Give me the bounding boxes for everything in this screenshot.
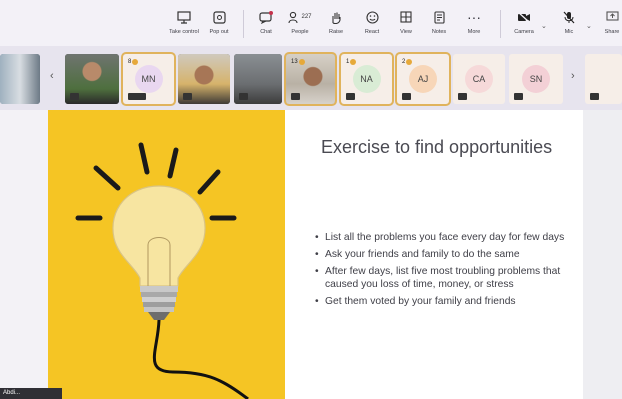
participant-tile[interactable]: [234, 54, 282, 104]
camera-button[interactable]: Camera: [504, 8, 544, 35]
pop-out-label: Pop out: [209, 29, 229, 35]
slide-bullet-list: List all the problems you face every day…: [315, 232, 565, 313]
participant-tile[interactable]: [585, 54, 622, 104]
raised-hand-badge: 13: [291, 59, 305, 65]
mic-muted-icon: [291, 93, 300, 100]
camera-icon: [517, 8, 531, 26]
raise-label: Raise: [328, 29, 344, 35]
avatar: NA: [352, 65, 381, 93]
participant-video: [0, 54, 40, 104]
share-icon: [605, 8, 619, 26]
notes-button[interactable]: Notes: [419, 8, 459, 35]
react-label: React: [364, 29, 380, 35]
mic-off-icon: [563, 8, 575, 26]
more-icon: ···: [467, 9, 481, 25]
scroll-right-chevron-icon[interactable]: ›: [571, 70, 575, 82]
scroll-left-chevron-icon[interactable]: ‹: [50, 70, 54, 82]
raised-hand-badge: 8: [128, 59, 139, 65]
mic-options-chevron-icon[interactable]: ⌄: [586, 22, 592, 30]
slide-image: [48, 110, 285, 399]
mic-muted-icon: [128, 93, 146, 100]
participant-tile[interactable]: [178, 54, 230, 104]
take-control-label: Take control: [169, 29, 199, 35]
mic-muted-icon: [346, 93, 355, 100]
list-item: After few days, list five most troubling…: [315, 266, 565, 291]
mic-muted-icon: [514, 93, 523, 100]
meeting-toolbar: Take control Pop out Chat 227 People Rai…: [0, 0, 622, 46]
grid-view-icon: [400, 8, 412, 26]
mic-muted-icon: [402, 93, 411, 100]
lightbulb-icon: [75, 142, 249, 399]
mic-muted-icon: [183, 93, 192, 100]
raised-hand-icon: [298, 59, 305, 65]
avatar: SN: [522, 65, 550, 93]
share-label: Share: [604, 29, 620, 35]
raised-hand-icon: [132, 59, 139, 65]
mic-muted-icon: [458, 93, 467, 100]
slide-text-panel: Exercise to find opportunities List all …: [285, 110, 583, 399]
more-label: More: [467, 29, 481, 35]
mic-muted-icon: [239, 93, 248, 100]
chat-icon: [259, 8, 273, 26]
raised-hand-badge: 2: [402, 59, 413, 65]
participant-tile[interactable]: SN: [509, 54, 563, 104]
participant-tile[interactable]: [65, 54, 119, 104]
list-item: Ask your friends and family to do the sa…: [315, 249, 565, 262]
participant-tile[interactable]: 13: [284, 52, 337, 106]
mic-button[interactable]: Mic: [549, 8, 589, 35]
raised-hand-badge: 1: [346, 59, 357, 65]
pop-out-icon: [212, 8, 226, 26]
participant-tile[interactable]: 2 AJ: [395, 52, 451, 106]
share-button[interactable]: Share: [592, 8, 622, 35]
camera-label: Camera: [514, 29, 534, 35]
raise-hand-icon: [330, 8, 342, 26]
toolbar-divider: [500, 10, 501, 38]
raised-hand-icon: [350, 59, 357, 65]
take-control-icon: [177, 8, 191, 26]
stage-margin: [583, 110, 622, 399]
participant-tile-self[interactable]: [0, 54, 40, 104]
mic-label: Mic: [564, 29, 574, 35]
shared-content-stage: Exercise to find opportunities List all …: [0, 110, 622, 399]
chat-label: Chat: [260, 29, 272, 35]
participant-strip: ‹ 8 MN 13 1 NA 2 AJ CA SN ›: [0, 46, 622, 110]
participant-tile[interactable]: 8 MN: [121, 52, 176, 106]
mic-muted-icon: [590, 93, 599, 100]
participant-tile[interactable]: 1 NA: [339, 52, 394, 106]
avatar: CA: [465, 65, 493, 93]
avatar: MN: [134, 65, 163, 93]
smiley-icon: [365, 8, 379, 26]
notes-icon: [433, 8, 445, 26]
more-button[interactable]: ··· More: [454, 8, 494, 35]
presenter-name-label: Abdi...: [0, 388, 62, 399]
list-item: List all the problems you face every day…: [315, 232, 565, 245]
take-control-button[interactable]: Take control: [164, 8, 204, 35]
people-icon: 227: [288, 8, 312, 26]
participant-tile[interactable]: CA: [453, 54, 505, 104]
list-item: Get them voted by your family and friend…: [315, 296, 565, 309]
people-label: People: [291, 29, 309, 35]
camera-options-chevron-icon[interactable]: ⌄: [541, 22, 547, 30]
notes-label: Notes: [431, 29, 447, 35]
people-button[interactable]: 227 People: [280, 8, 320, 35]
avatar: AJ: [409, 65, 437, 93]
toolbar-divider: [243, 10, 244, 38]
slide-title: Exercise to find opportunities: [321, 137, 553, 157]
raise-hand-button[interactable]: Raise: [316, 8, 356, 35]
people-count: 227: [301, 14, 312, 20]
raised-hand-icon: [406, 59, 413, 65]
mic-muted-icon: [70, 93, 79, 100]
view-label: View: [400, 29, 412, 35]
pop-out-button[interactable]: Pop out: [199, 8, 239, 35]
